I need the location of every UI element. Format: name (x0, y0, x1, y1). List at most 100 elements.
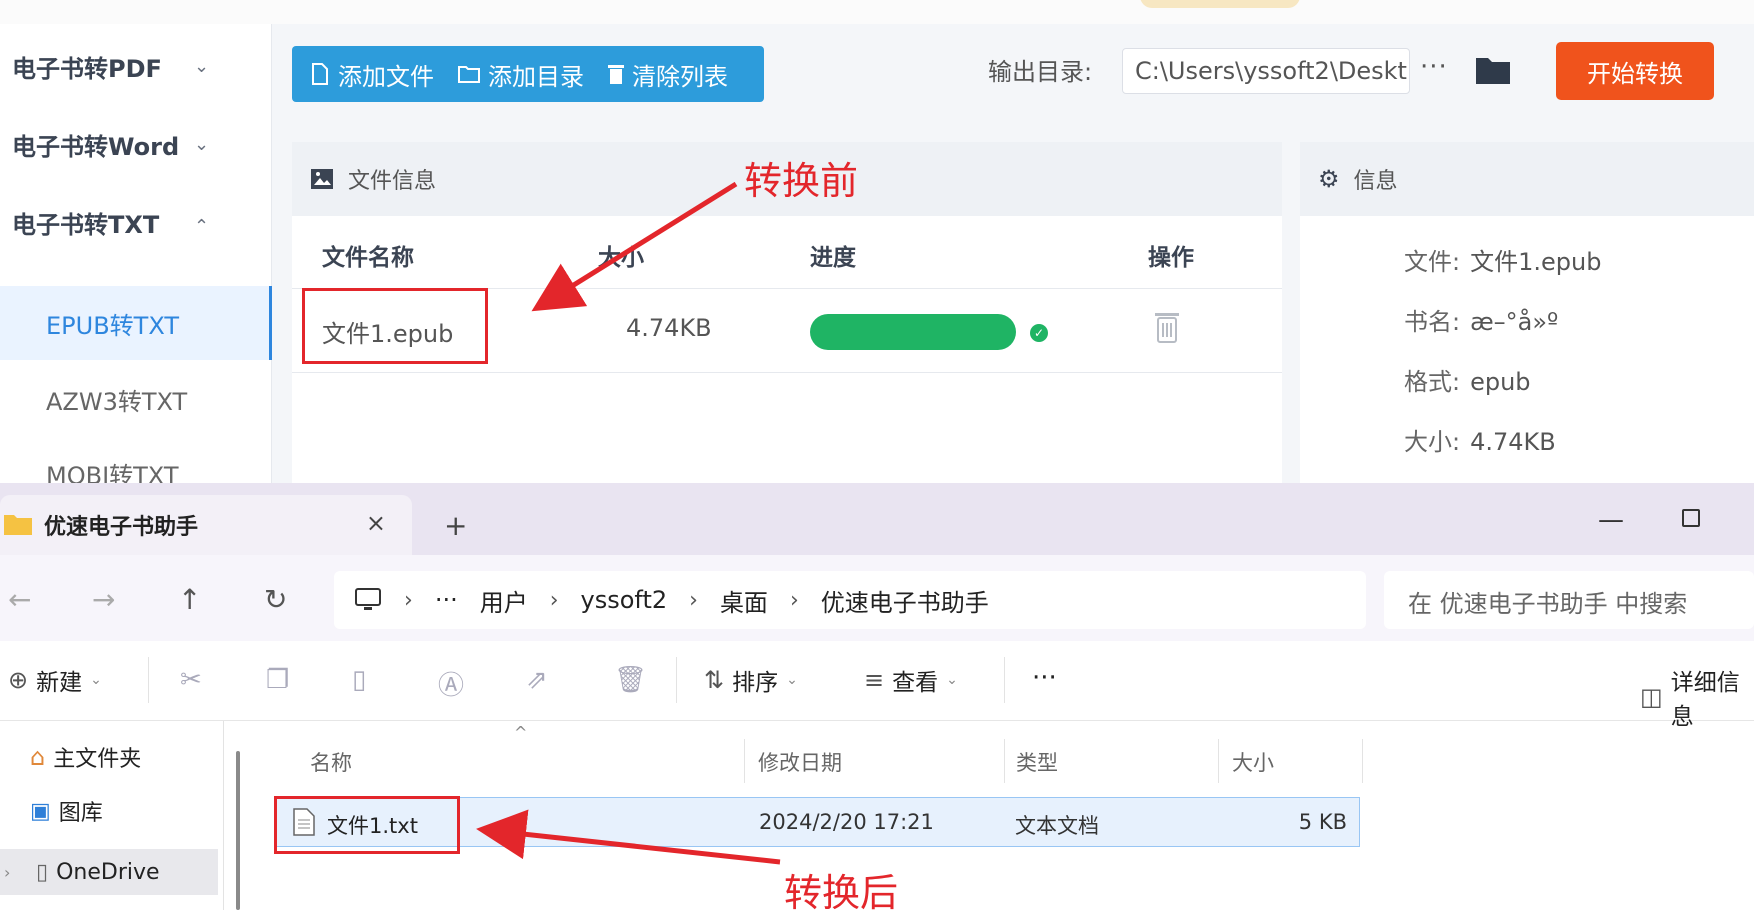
breadcrumb-item[interactable]: 用户 (480, 583, 528, 618)
up-arrow-icon[interactable]: ↑ (178, 583, 201, 616)
breadcrumb-separator: › (789, 587, 799, 613)
search-input[interactable]: 在 优速电子书助手 中搜索 (1384, 571, 1754, 629)
nav-item-gallery[interactable]: ▣ 图库 (30, 795, 103, 827)
details-label: 详细信息 (1670, 670, 1740, 730)
chevron-down-icon: ⌄ (194, 134, 210, 155)
breadcrumb-item[interactable]: 优速电子书助手 (821, 583, 989, 618)
divider (1004, 657, 1005, 703)
start-convert-button[interactable]: 开始转换 (1556, 42, 1714, 100)
divider (676, 657, 677, 703)
sidebar-group-pdf[interactable]: 电子书转PDF ⌄ (0, 36, 272, 96)
sort-label: 排序 (732, 670, 779, 696)
paste-icon[interactable]: ▯ (352, 665, 366, 695)
breadcrumb-separator: › (549, 587, 559, 613)
sidebar-group-txt[interactable]: 电子书转TXT ⌃ (0, 192, 272, 252)
command-bar: ⊕ 新建 ⌄ ✂ ❐ ▯ Ⓐ ⇗ 🗑 ⇅ 排序 ⌄ ≡ 查看 ⌄ ··· ◫ 详… (0, 641, 1754, 730)
sidebar-item-epub-to-txt[interactable]: EPUB转TXT (0, 286, 272, 360)
back-arrow-icon[interactable]: ← (8, 583, 31, 616)
delete-icon[interactable]: 🗑 (614, 665, 647, 695)
column-header-size[interactable]: 大小 (1232, 747, 1274, 777)
forward-arrow-icon[interactable]: → (92, 583, 115, 616)
nav-item-home[interactable]: ⌂ 主文件夹 (30, 741, 141, 773)
clear-list-button[interactable]: 清除列表 (608, 57, 728, 92)
breadcrumb-more[interactable]: ··· (435, 586, 458, 614)
chevron-down-icon: ⌄ (946, 672, 958, 688)
annotation-before: 转换前 (744, 159, 859, 203)
explorer-tab[interactable]: 优速电子书助手 × (0, 495, 412, 555)
column-header-modified[interactable]: 修改日期 (758, 747, 842, 777)
view-button[interactable]: ≡ 查看 ⌄ (864, 663, 958, 697)
file-type-cell: 文本文档 (1015, 814, 1099, 838)
add-file-label: 添加文件 (338, 62, 434, 91)
view-label: 查看 (892, 670, 939, 696)
column-header-type[interactable]: 类型 (1016, 747, 1058, 777)
open-folder-icon[interactable] (1474, 54, 1512, 86)
info-value: æ–°å»º (1470, 308, 1559, 336)
chevron-up-icon: ⌃ (194, 216, 210, 237)
annotation-after: 转换后 (784, 871, 899, 910)
sidebar-item-mobi-to-txt[interactable]: MOBI转TXT (0, 436, 272, 484)
maximize-icon[interactable] (1682, 509, 1700, 527)
info-key: 书名: (1404, 308, 1461, 336)
refresh-icon[interactable]: ↻ (264, 583, 287, 616)
breadcrumb[interactable]: › ··· 用户 › yssoft2 › 桌面 › 优速电子书助手 (334, 571, 1366, 629)
output-dir-field[interactable]: C:\Users\yssoft2\Deskt (1122, 48, 1410, 94)
image-icon (311, 169, 333, 189)
breadcrumb-item[interactable]: yssoft2 (581, 586, 668, 614)
cut-icon[interactable]: ✂ (180, 665, 202, 695)
column-header-name[interactable]: 名称 (310, 747, 352, 777)
chevron-down-icon: ⌄ (194, 56, 210, 77)
tab-title: 优速电子书助手 (44, 515, 199, 540)
info-key: 文件: (1404, 248, 1461, 276)
details-pane-icon: ◫ (1640, 683, 1663, 711)
copy-icon[interactable]: ❐ (266, 665, 289, 695)
top-strip (0, 0, 1754, 24)
chevron-down-icon: ⌄ (90, 672, 102, 688)
info-panel: ⚙ 信息 文件: 文件1.epub 书名: æ–°å»º 格式: epub 大小: 4.… (1300, 142, 1754, 483)
nav-item-label: 图库 (58, 801, 103, 826)
progress-bar (810, 314, 1016, 350)
more-options-button[interactable]: ··· (1032, 663, 1057, 693)
sort-icon: ⇅ (704, 666, 725, 694)
file-info-title: 文件信息 (348, 169, 437, 194)
browse-more-button[interactable]: ··· (1420, 52, 1448, 82)
share-icon[interactable]: ⇗ (526, 665, 548, 695)
details-button[interactable]: ◫ 详细信息 (1640, 663, 1754, 731)
info-value: 4.74KB (1470, 428, 1556, 456)
chevron-down-icon: ⌄ (786, 672, 798, 688)
address-bar-area: ← → ↑ ↻ › ··· 用户 › yssoft2 › 桌面 › 优速电子书助… (0, 555, 1754, 641)
info-row-title: 书名: æ–°å»º (1404, 302, 1558, 337)
breadcrumb-item[interactable]: 桌面 (720, 583, 768, 618)
info-key: 格式: (1404, 368, 1461, 396)
nav-item-onedrive[interactable]: › ▯ OneDrive (0, 849, 218, 895)
trash-icon (608, 65, 624, 84)
nav-scrollbar[interactable] (236, 751, 240, 910)
column-divider (1218, 739, 1219, 783)
rename-icon[interactable]: Ⓐ (438, 665, 464, 702)
minimize-icon[interactable]: — (1598, 505, 1624, 535)
info-header: ⚙ 信息 (1300, 142, 1754, 216)
file-toolbar: 添加文件 添加目录 清除列表 (292, 46, 764, 102)
delete-trash-icon[interactable] (1154, 310, 1180, 344)
new-tab-button[interactable]: + (444, 509, 467, 542)
sidebar-item-label: AZW3转TXT (46, 387, 188, 416)
sort-button[interactable]: ⇅ 排序 ⌄ (704, 663, 798, 697)
home-icon: ⌂ (30, 743, 46, 771)
sidebar-group-word[interactable]: 电子书转Word ⌄ (0, 114, 272, 174)
add-directory-button[interactable]: 添加目录 (458, 57, 584, 92)
new-button[interactable]: ⊕ 新建 ⌄ (8, 663, 102, 697)
sidebar-item-azw3-to-txt[interactable]: AZW3转TXT (0, 362, 272, 436)
info-row-format: 格式: epub (1404, 362, 1531, 397)
sidebar-item-label: EPUB转TXT (46, 311, 180, 340)
file-modified-cell: 2024/2/20 17:21 (759, 810, 934, 834)
view-list-icon: ≡ (864, 666, 885, 694)
file-size-cell: 4.74KB (626, 314, 712, 342)
add-file-button[interactable]: 添加文件 (310, 57, 434, 92)
close-icon[interactable]: × (366, 509, 386, 537)
column-divider (744, 739, 745, 783)
sidebar-group-label: 电子书转PDF (12, 54, 162, 83)
clear-list-label: 清除列表 (632, 62, 728, 91)
column-header-name: 文件名称 (322, 245, 414, 271)
computer-icon (355, 588, 381, 610)
sidebar-group-label: 电子书转TXT (12, 210, 160, 239)
